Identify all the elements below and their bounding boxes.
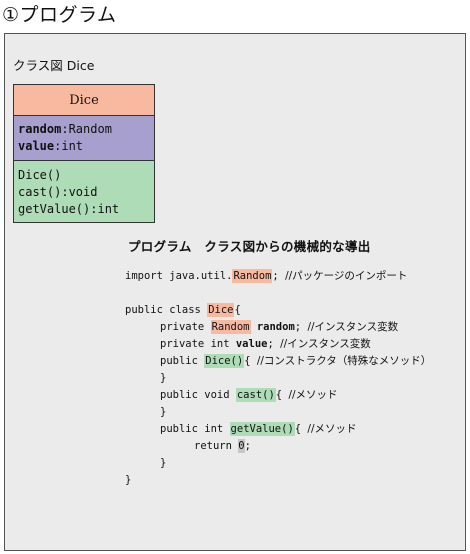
highlight-class-name: Dice — [207, 303, 235, 317]
attribute-type: :int — [54, 139, 84, 153]
code-comment: //インスタンス変数 — [280, 338, 371, 350]
section-heading: ①プログラム — [2, 4, 117, 26]
code-line-cast: public void cast(){ //メソッド — [125, 387, 461, 404]
code-text: { — [294, 423, 302, 435]
code-line-import: import java.util.Random; //パッケージのインポート — [125, 268, 461, 285]
attribute-name: random — [18, 122, 62, 136]
code-line-field-random: private Random random; //インスタンス変数 — [125, 319, 461, 336]
code-text: private int — [160, 338, 236, 350]
code-text: ; — [272, 270, 279, 282]
attribute-name: value — [18, 139, 55, 153]
code-line-field-value: private int value; //インスタンス変数 — [125, 336, 461, 353]
uml-attributes: random:Random value:int — [14, 116, 154, 161]
code-comment: //メソッド — [288, 389, 338, 401]
code-comment: //パッケージのインポート — [285, 270, 408, 282]
code-text: private — [160, 321, 211, 333]
uml-operation: cast():void — [18, 185, 98, 199]
code-line-constructor: public Dice(){ //コンストラクタ（特殊なメソッド） — [125, 353, 461, 370]
code-text: ; — [244, 440, 251, 452]
code-text: { — [275, 389, 283, 401]
uml-class-name: Dice — [14, 85, 154, 116]
highlight-constructor: Dice() — [204, 354, 245, 368]
highlight-getvalue: getValue() — [229, 422, 295, 436]
code-comment: //コンストラクタ（特殊なメソッド） — [256, 355, 432, 367]
uml-attribute: value:int — [18, 138, 150, 155]
program-title: プログラム クラス図からの機械的な導出 — [128, 239, 371, 254]
code-text: public — [160, 355, 205, 367]
code-text: ; — [267, 338, 274, 350]
highlight-cast: cast() — [235, 388, 276, 402]
code-line-close: } — [160, 406, 167, 418]
highlight-random-type: Random — [210, 320, 251, 334]
code-text: { — [234, 304, 241, 316]
code-text: import java.util. — [125, 270, 233, 282]
code-line-getvalue: public int getValue(){ //メソッド — [125, 421, 461, 438]
code-comment: //メソッド — [307, 423, 357, 435]
uml-operations: Dice() cast():void getValue():int — [14, 161, 154, 222]
code-listing: import java.util.Random; //パッケージのインポート p… — [125, 268, 461, 489]
code-line-class-close: } — [125, 474, 132, 486]
code-text: return — [194, 440, 239, 452]
field-name: random — [256, 321, 295, 333]
uml-operation: getValue():int — [18, 202, 120, 216]
code-text: ; — [294, 321, 302, 333]
uml-operation: Dice() — [18, 168, 62, 182]
uml-class-box: Dice random:Random value:int Dice() cast… — [13, 84, 155, 223]
attribute-type: :Random — [61, 122, 112, 136]
code-text: public void — [160, 389, 236, 401]
uml-attribute: random:Random — [18, 121, 150, 138]
code-line-close: } — [160, 372, 167, 384]
content-panel: クラス図 Dice Dice random:Random value:int D… — [4, 33, 466, 551]
code-text: public class — [125, 304, 208, 316]
code-line-return: return 0; — [125, 438, 461, 455]
code-line-class: public class Dice{ — [125, 302, 461, 319]
code-text: public int — [160, 423, 230, 435]
field-name: value — [235, 338, 268, 350]
code-line-close: } — [160, 457, 167, 469]
code-comment: //インスタンス変数 — [307, 321, 399, 333]
code-text: { — [244, 355, 251, 367]
highlight-random-import: Random — [232, 269, 273, 283]
class-diagram-label: クラス図 Dice — [13, 58, 95, 73]
